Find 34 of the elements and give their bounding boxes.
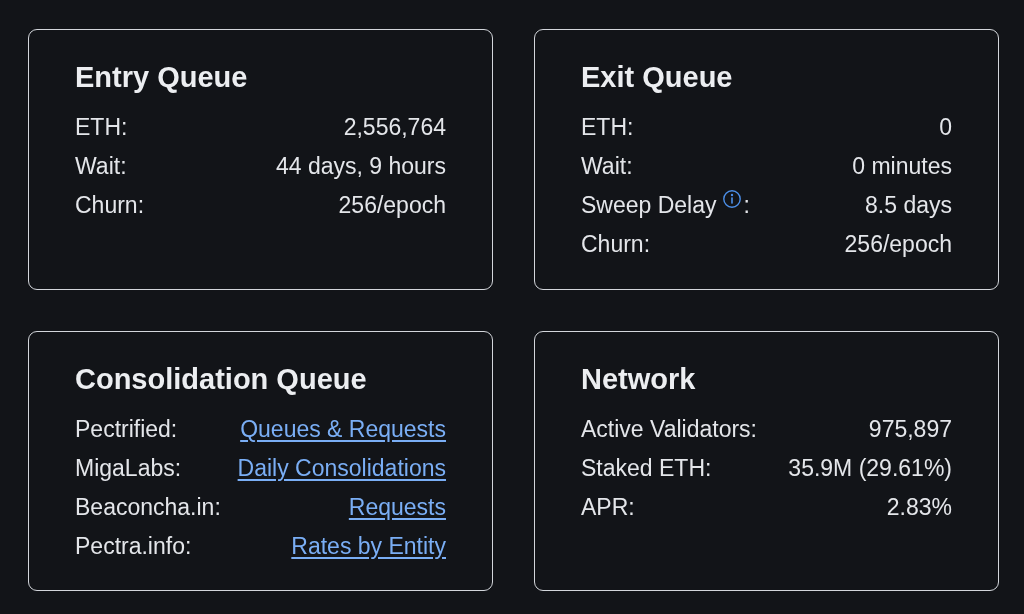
row-label: MigaLabs: (75, 454, 182, 484)
row-label: Pectrified: (75, 415, 178, 445)
source-link[interactable]: Queues & Requests (240, 412, 446, 447)
panel-title: Exit Queue (581, 60, 734, 95)
row-value: 8.5 days (865, 191, 952, 221)
row-label: Churn: (75, 191, 145, 221)
row-label: APR: (581, 493, 635, 523)
source-link[interactable]: Daily Consolidations (237, 451, 446, 486)
row-value: 0 minutes (852, 152, 952, 182)
panel-title: Entry Queue (75, 60, 249, 95)
row-label: Active Validators: (581, 415, 757, 445)
panel-title: Network (581, 362, 697, 397)
row-value: 2.83% (886, 493, 952, 523)
source-link[interactable]: Rates by Entity (291, 529, 446, 564)
row-value: 44 days, 9 hours (275, 152, 446, 182)
row-label: ETH: (581, 113, 634, 143)
row-value: 2,556,764 (343, 113, 446, 143)
row-label: Beaconcha.in: (75, 493, 221, 523)
row-value: 256/epoch (338, 191, 446, 221)
row-label: Wait: (581, 152, 633, 182)
source-link[interactable]: Requests (348, 490, 446, 525)
row-label: Sweep Delay (581, 191, 717, 221)
label-colon: : (743, 191, 750, 221)
row-value: 0 (939, 113, 952, 143)
panel-title: Consolidation Queue (75, 362, 368, 397)
info-icon[interactable] (722, 190, 741, 209)
row-label: ETH: (75, 113, 128, 143)
row-value: 256/epoch (844, 230, 952, 260)
row-value: 35.9M (29.61%) (788, 454, 952, 484)
row-label: Wait: (75, 152, 127, 182)
row-label: Churn: (581, 230, 651, 260)
row-label: Pectra.info: (75, 532, 192, 562)
row-label: Staked ETH: (581, 454, 712, 484)
row-value: 975,897 (868, 415, 952, 445)
